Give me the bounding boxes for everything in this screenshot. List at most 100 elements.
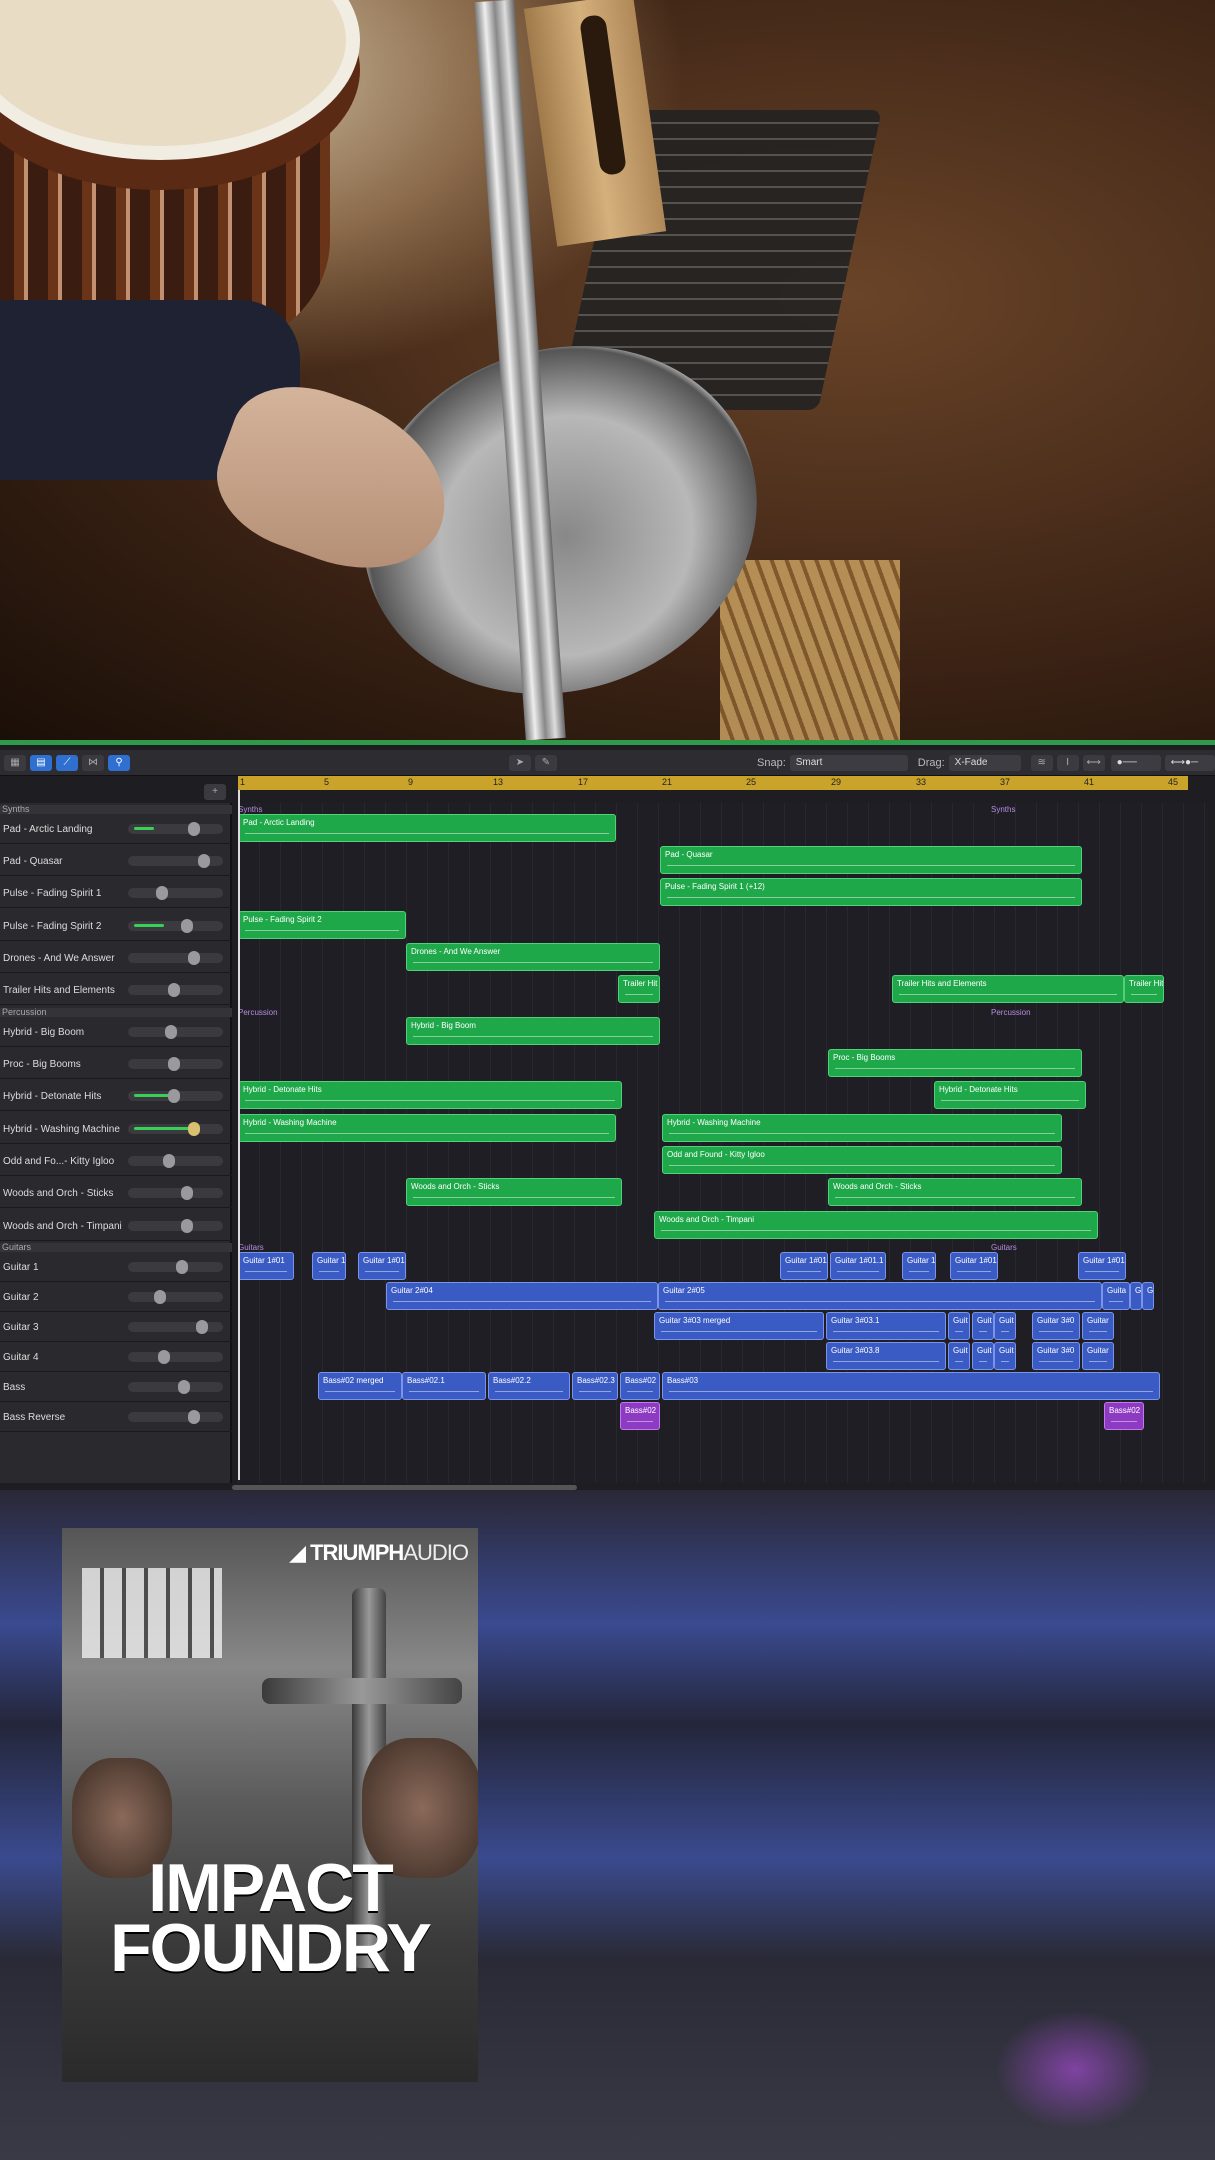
group-synths[interactable]: Synths (0, 805, 232, 814)
region[interactable]: Woods and Orch - Sticks (828, 1178, 1082, 1206)
region[interactable]: Bass#03 (662, 1372, 1160, 1400)
volume-fader[interactable] (128, 1320, 223, 1334)
track-header[interactable]: Guitar 3 (0, 1312, 232, 1342)
fader-knob[interactable] (154, 1290, 166, 1304)
fader-knob[interactable] (158, 1350, 170, 1364)
timeline-ruler[interactable]: 1 5 9 13 17 21 25 29 33 37 41 45 (238, 776, 1188, 790)
track-header[interactable]: Guitar 1 (0, 1252, 232, 1282)
volume-fader[interactable] (128, 1350, 223, 1364)
fader-knob[interactable] (163, 1154, 175, 1168)
region[interactable]: Guitar 3#0 (1032, 1342, 1080, 1370)
volume-fader[interactable] (128, 1089, 223, 1103)
track-header[interactable]: Bass (0, 1372, 232, 1402)
fader-knob[interactable] (196, 1320, 208, 1334)
region[interactable]: Guit (994, 1342, 1016, 1370)
region[interactable]: Guitar 1#01 (238, 1252, 294, 1280)
fader-knob[interactable] (165, 1025, 177, 1039)
fader-knob[interactable] (188, 1122, 200, 1136)
track-header[interactable]: Odd and Fo...- Kitty Igloo (0, 1146, 232, 1176)
group-percussion[interactable]: Percussion (0, 1008, 232, 1017)
region[interactable]: Hybrid - Big Boom (406, 1017, 660, 1045)
track-header[interactable]: Hybrid - Washing Machine (0, 1114, 232, 1144)
region[interactable]: G (1142, 1282, 1154, 1310)
region[interactable]: Guitar (1082, 1342, 1114, 1370)
region[interactable]: Guit (972, 1312, 994, 1340)
fader-knob[interactable] (188, 1410, 200, 1424)
region[interactable]: Guit (948, 1342, 970, 1370)
region[interactable]: Drones - And We Answer (406, 943, 660, 971)
region[interactable]: Hybrid - Washing Machine (238, 1114, 616, 1142)
fader-knob[interactable] (181, 919, 193, 933)
region[interactable]: Hybrid - Detonate Hits (238, 1081, 622, 1109)
vertical-zoom-slider[interactable]: ●── (1110, 754, 1161, 771)
fader-knob[interactable] (168, 1089, 180, 1103)
region[interactable]: Pad - Arctic Landing (238, 814, 616, 842)
region[interactable]: G (1130, 1282, 1142, 1310)
vertical-zoom-icon[interactable]: I (1056, 754, 1079, 771)
horizontal-zoom-icon[interactable]: ⟷ (1082, 754, 1105, 771)
list-icon[interactable]: ▤ (30, 754, 52, 771)
group-guitars[interactable]: Guitars (0, 1243, 232, 1252)
track-header[interactable]: Proc - Big Booms (0, 1049, 232, 1079)
region[interactable]: Pulse - Fading Spirit 1 (+12) (660, 878, 1082, 906)
region[interactable]: Bass#02.2 (488, 1372, 570, 1400)
track-header[interactable]: Hybrid - Big Boom (0, 1017, 232, 1047)
add-track-icon[interactable]: + (204, 784, 226, 800)
track-header[interactable]: Pulse - Fading Spirit 1 (0, 878, 232, 908)
region[interactable]: Hybrid - Washing Machine (662, 1114, 1062, 1142)
volume-fader[interactable] (128, 919, 223, 933)
region[interactable]: Guitar (1082, 1312, 1114, 1340)
region[interactable]: Guitar 3#03.1 (826, 1312, 946, 1340)
track-header[interactable]: Trailer Hits and Elements (0, 975, 232, 1005)
volume-fader[interactable] (128, 854, 223, 868)
volume-fader[interactable] (128, 1380, 223, 1394)
region[interactable]: Woods and Orch - Sticks (406, 1178, 622, 1206)
region[interactable]: Bass#02 (1104, 1402, 1144, 1430)
volume-fader[interactable] (128, 1410, 223, 1424)
region[interactable]: Pulse - Fading Spirit 2 (238, 911, 406, 939)
region[interactable]: Guitar 1#01.1 (830, 1252, 886, 1280)
region[interactable]: Bass#02 merged (318, 1372, 402, 1400)
region[interactable]: Trailer Hits and Elements (892, 975, 1124, 1003)
horizontal-zoom-slider[interactable]: ⟷●─ (1164, 754, 1215, 771)
volume-fader[interactable] (128, 1025, 223, 1039)
region[interactable]: Bass#02 (620, 1372, 660, 1400)
fader-knob[interactable] (181, 1219, 193, 1233)
drag-select[interactable]: X-Fade (948, 754, 1021, 771)
catch-icon[interactable]: ⚲ (108, 754, 130, 771)
region[interactable]: Bass#02.1 (402, 1372, 486, 1400)
flex-icon[interactable]: ⋈ (82, 754, 104, 771)
fader-knob[interactable] (176, 1260, 188, 1274)
fader-knob[interactable] (188, 951, 200, 965)
fader-knob[interactable] (168, 1057, 180, 1071)
volume-fader[interactable] (128, 1219, 223, 1233)
track-header[interactable]: Guitar 2 (0, 1282, 232, 1312)
region[interactable]: Trailer Hit (618, 975, 660, 1003)
track-header[interactable]: Woods and Orch - Timpani (0, 1211, 232, 1241)
region[interactable]: Guit (972, 1342, 994, 1370)
region[interactable]: Guitar 3#0 (1032, 1312, 1080, 1340)
region[interactable]: Guitar 1 (312, 1252, 346, 1280)
grid-icon[interactable]: ▦ (4, 754, 26, 771)
volume-fader[interactable] (128, 951, 223, 965)
track-header[interactable]: Pulse - Fading Spirit 2 (0, 911, 232, 941)
waveform-zoom-icon[interactable]: ≋ (1030, 754, 1053, 771)
fader-knob[interactable] (178, 1380, 190, 1394)
region[interactable]: Pad - Quasar (660, 846, 1082, 874)
fader-knob[interactable] (198, 854, 210, 868)
track-header[interactable]: Hybrid - Detonate Hits (0, 1081, 232, 1111)
track-header[interactable]: Drones - And We Answer (0, 943, 232, 973)
snap-select[interactable]: Smart (789, 754, 908, 771)
track-header[interactable]: Pad - Quasar (0, 846, 232, 876)
volume-fader[interactable] (128, 1290, 223, 1304)
track-header[interactable]: Guitar 4 (0, 1342, 232, 1372)
region[interactable]: Guitar 2#05 (658, 1282, 1102, 1310)
region[interactable]: Trailer Hit (1124, 975, 1164, 1003)
volume-fader[interactable] (128, 886, 223, 900)
track-header[interactable]: Bass Reverse (0, 1402, 232, 1432)
region[interactable]: Proc - Big Booms (828, 1049, 1082, 1077)
volume-fader[interactable] (128, 1154, 223, 1168)
region[interactable]: Odd and Found - Kitty Igloo (662, 1146, 1062, 1174)
arrange-area[interactable]: Synths Synths Pad - Arctic Landing Pad -… (238, 803, 1208, 1483)
pointer-tool-icon[interactable]: ➤ (509, 754, 531, 771)
